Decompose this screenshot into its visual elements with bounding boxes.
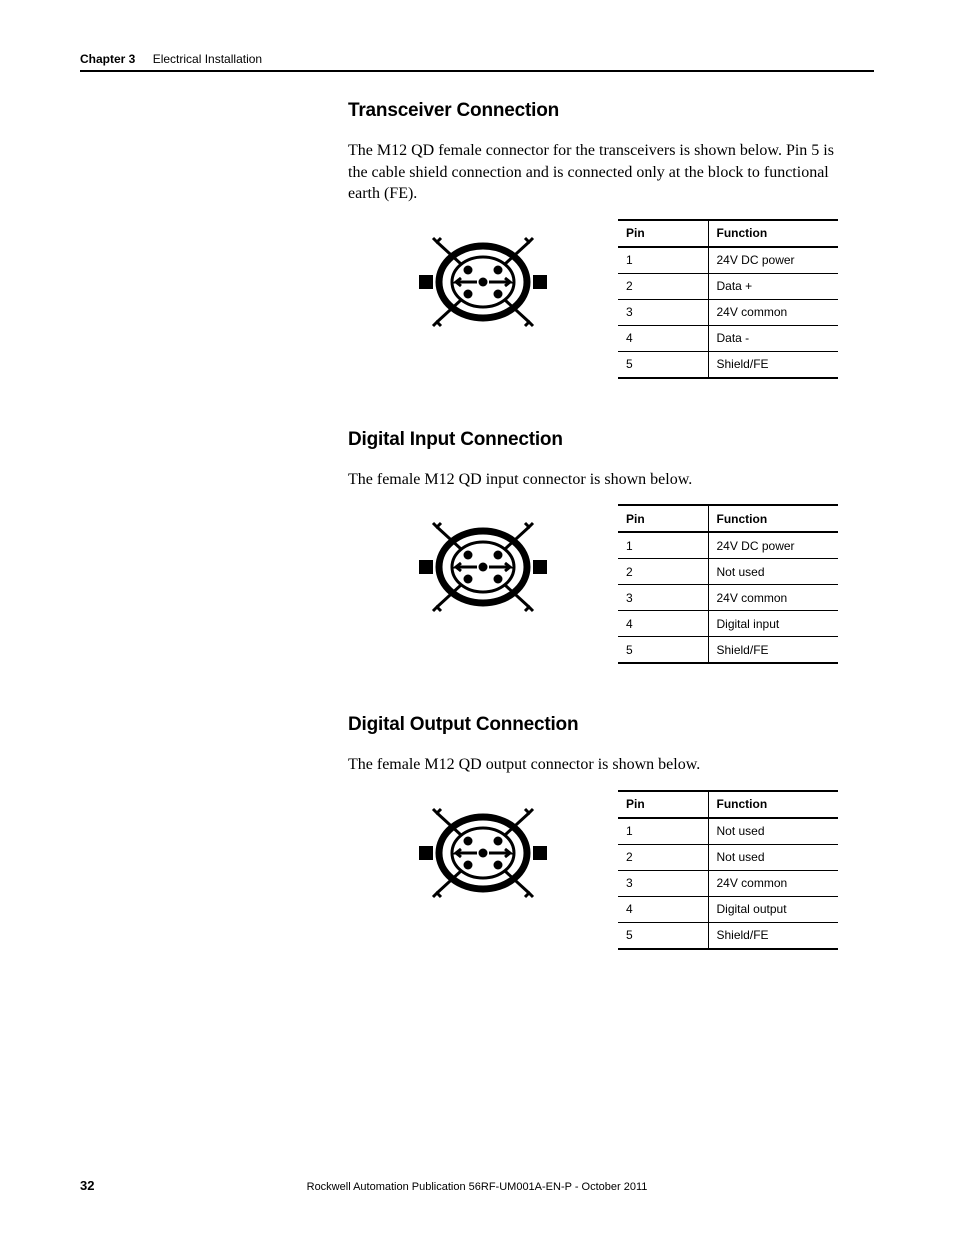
- cell-func: 24V common: [708, 870, 838, 896]
- table-row: 2Not used: [618, 559, 838, 585]
- figure-row-digital-input: Pin Function 124V DC power 2Not used 324…: [348, 504, 848, 664]
- cell-pin: 4: [618, 325, 708, 351]
- cell-func: 24V DC power: [708, 247, 838, 274]
- intro-digital-input: The female M12 QD input connector is sho…: [348, 469, 848, 491]
- table-row: 4Digital input: [618, 611, 838, 637]
- table-row: 2Data +: [618, 273, 838, 299]
- col-header-function: Function: [708, 505, 838, 532]
- cell-pin: 3: [618, 585, 708, 611]
- connector-diagram-icon: [418, 227, 548, 337]
- intro-digital-output: The female M12 QD output connector is sh…: [348, 754, 848, 776]
- cell-pin: 1: [618, 818, 708, 845]
- table-row: 2Not used: [618, 844, 838, 870]
- section-heading-transceiver: Transceiver Connection: [348, 100, 848, 122]
- cell-pin: 5: [618, 922, 708, 949]
- main-content: Transceiver Connection The M12 QD female…: [348, 100, 848, 1000]
- cell-pin: 1: [618, 247, 708, 274]
- chapter-title: Electrical Installation: [153, 52, 262, 66]
- table-row: 124V DC power: [618, 532, 838, 559]
- figure-row-transceiver: Pin Function 124V DC power 2Data + 324V …: [348, 219, 848, 379]
- figure-row-digital-output: Pin Function 1Not used 2Not used 324V co…: [348, 790, 848, 950]
- cell-pin: 2: [618, 559, 708, 585]
- connector-diagram-icon: [418, 798, 548, 908]
- pin-table-digital-output: Pin Function 1Not used 2Not used 324V co…: [618, 790, 838, 950]
- header-rule: [80, 70, 874, 72]
- col-header-function: Function: [708, 220, 838, 247]
- pin-table-digital-input: Pin Function 124V DC power 2Not used 324…: [618, 504, 838, 664]
- table-row: 4Digital output: [618, 896, 838, 922]
- section-heading-digital-input: Digital Input Connection: [348, 429, 848, 451]
- section-heading-digital-output: Digital Output Connection: [348, 714, 848, 736]
- publication-line: Rockwell Automation Publication 56RF-UM0…: [0, 1181, 954, 1193]
- table-row: 324V common: [618, 299, 838, 325]
- cell-func: Not used: [708, 818, 838, 845]
- cell-pin: 3: [618, 299, 708, 325]
- cell-pin: 1: [618, 532, 708, 559]
- cell-func: 24V common: [708, 585, 838, 611]
- chapter-label: Chapter 3: [80, 52, 135, 66]
- table-row: 324V common: [618, 870, 838, 896]
- table-row: 1Not used: [618, 818, 838, 845]
- cell-pin: 4: [618, 896, 708, 922]
- col-header-pin: Pin: [618, 505, 708, 532]
- cell-func: Shield/FE: [708, 637, 838, 664]
- table-row: 5Shield/FE: [618, 637, 838, 664]
- intro-transceiver: The M12 QD female connector for the tran…: [348, 140, 848, 205]
- cell-func: 24V DC power: [708, 532, 838, 559]
- cell-func: Shield/FE: [708, 922, 838, 949]
- table-row: 4Data -: [618, 325, 838, 351]
- cell-pin: 2: [618, 844, 708, 870]
- cell-pin: 5: [618, 351, 708, 378]
- cell-pin: 4: [618, 611, 708, 637]
- cell-func: Shield/FE: [708, 351, 838, 378]
- cell-pin: 5: [618, 637, 708, 664]
- table-row: 324V common: [618, 585, 838, 611]
- cell-func: 24V common: [708, 299, 838, 325]
- col-header-pin: Pin: [618, 220, 708, 247]
- connector-diagram-icon: [418, 512, 548, 622]
- cell-pin: 3: [618, 870, 708, 896]
- table-row: 5Shield/FE: [618, 922, 838, 949]
- col-header-pin: Pin: [618, 791, 708, 818]
- cell-func: Data +: [708, 273, 838, 299]
- table-row: 5Shield/FE: [618, 351, 838, 378]
- cell-func: Digital output: [708, 896, 838, 922]
- page-header: Chapter 3 Electrical Installation: [80, 52, 874, 66]
- cell-pin: 2: [618, 273, 708, 299]
- cell-func: Not used: [708, 559, 838, 585]
- cell-func: Not used: [708, 844, 838, 870]
- cell-func: Data -: [708, 325, 838, 351]
- table-row: 124V DC power: [618, 247, 838, 274]
- pin-table-transceiver: Pin Function 124V DC power 2Data + 324V …: [618, 219, 838, 379]
- cell-func: Digital input: [708, 611, 838, 637]
- col-header-function: Function: [708, 791, 838, 818]
